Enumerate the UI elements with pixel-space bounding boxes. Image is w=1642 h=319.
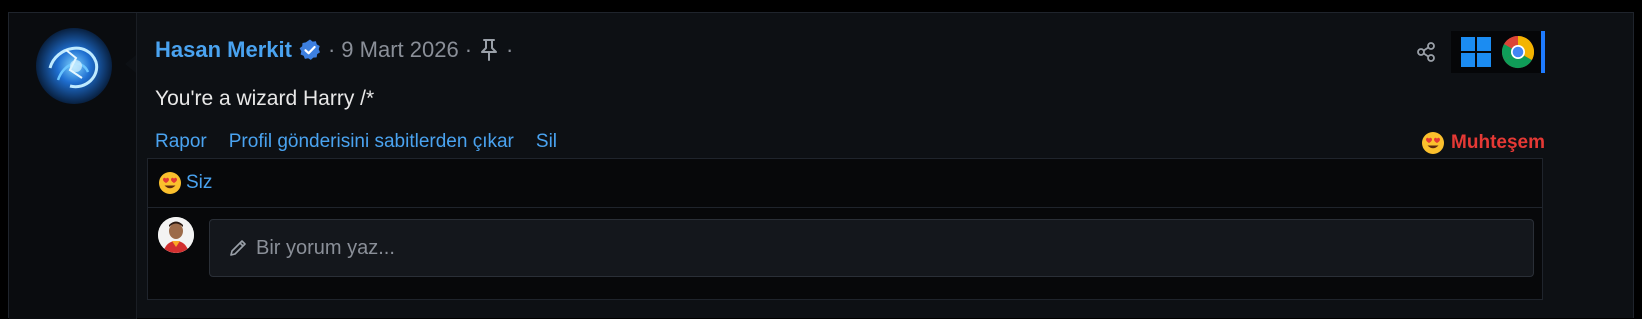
commenter-avatar[interactable] [158,217,194,253]
share-icon[interactable] [1415,41,1437,63]
reactors-summary: Siz [158,171,212,195]
verified-badge-icon [298,38,322,62]
post-header: Hasan Merkit · 9 Mart 2026 · · [155,35,513,65]
header-separator: · [506,37,514,62]
reactors-link[interactable]: Siz [186,172,212,194]
reactions-comments-panel: Siz Bir yorum yaz... [147,158,1543,300]
reaction-button[interactable]: Muhteşem [1421,131,1545,155]
comment-placeholder: Bir yorum yaz... [256,236,395,259]
chrome-icon[interactable] [1501,35,1535,69]
avatar-pointer-arrow [125,55,136,73]
unpin-link[interactable]: Profil gönderisini sabitlerden çıkar [229,131,514,153]
header-separator: · [327,37,336,62]
avatar-column [9,13,137,319]
post-date[interactable]: 9 Mart 2026 [341,37,458,63]
panel-divider [148,207,1542,208]
header-separator: · [464,37,473,62]
profile-post: Hasan Merkit · 9 Mart 2026 · · You're a … [8,12,1634,319]
author-name[interactable]: Hasan Merkit [155,37,292,63]
post-actions: Rapor Profil gönderisini sabitlerden çık… [155,131,557,153]
windows-icon[interactable] [1459,35,1493,69]
report-link[interactable]: Rapor [155,131,207,153]
reaction-label-text: Muhteşem [1451,132,1545,153]
heart-eyes-emoji-icon [1421,131,1445,155]
post-content: You're a wizard Harry /* [155,87,375,110]
extension-icons [1451,31,1545,73]
post-tools [1415,31,1633,73]
author-avatar[interactable] [36,28,112,104]
delete-link[interactable]: Sil [536,131,557,153]
heart-eyes-emoji-icon [158,171,182,195]
pencil-icon [228,238,248,258]
pin-icon [478,38,500,62]
comment-input[interactable]: Bir yorum yaz... [209,219,1534,277]
